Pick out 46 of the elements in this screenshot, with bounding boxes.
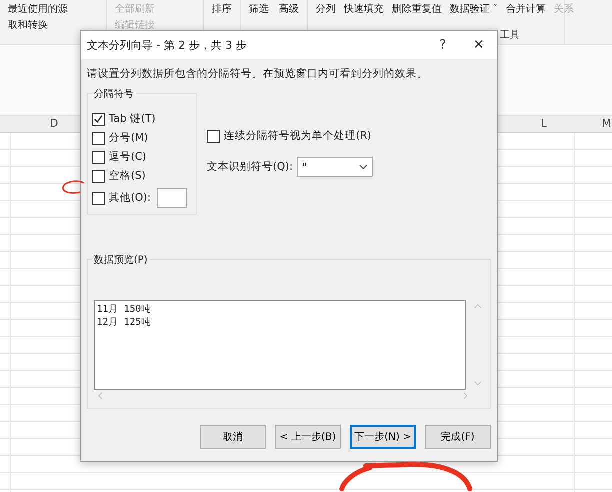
help-button[interactable]: ? [425, 36, 461, 54]
ribbon-command[interactable]: 删除重复值 [392, 2, 442, 16]
ribbon-command[interactable]: 高级 [279, 2, 299, 16]
checkbox[interactable] [207, 130, 220, 142]
qualifier-dropdown[interactable]: " [297, 157, 373, 177]
instruction-text: 请设置分列数据所包含的分隔符号。在预览窗口内可看到分列的效果。 [87, 67, 429, 81]
preview-line: 12月 125吨 [97, 316, 152, 329]
ribbon-command[interactable]: 筛选 [249, 2, 269, 16]
group-legend: 数据预览(P) [92, 253, 150, 267]
scroll-up-icon[interactable] [474, 304, 482, 309]
dialog-button[interactable]: 取消 [200, 425, 266, 449]
checkbox-label[interactable]: 其他(O): [109, 191, 151, 205]
dialog-button[interactable]: 完成(F) [425, 425, 491, 449]
ribbon-command[interactable]: 分列 [316, 2, 336, 16]
checkbox[interactable] [92, 112, 105, 126]
checkbox-label[interactable]: 逗号(C) [109, 150, 147, 164]
dialog-button[interactable]: 下一步(N) > [350, 425, 416, 449]
ribbon-command[interactable]: 排序 [212, 2, 232, 16]
ribbon-command[interactable]: 快速填充 [344, 2, 384, 16]
window-title: 文本分列向导 - 第 2 步，共 3 步 [87, 38, 248, 52]
column-header[interactable]: L [541, 117, 548, 130]
group-legend: 分隔符号 [92, 87, 136, 101]
checkbox[interactable] [92, 150, 105, 164]
scroll-down-icon[interactable] [474, 381, 482, 386]
input-field[interactable] [157, 188, 187, 208]
checkbox[interactable] [92, 192, 105, 204]
ribbon-command[interactable]: 数据验证 ˇ [450, 2, 498, 16]
caret-icon [359, 164, 368, 170]
checkbox-label[interactable]: 分号(M) [109, 131, 148, 145]
preview-line: 11月 150吨 [97, 303, 152, 316]
ribbon-command[interactable]: 取和转换 [8, 18, 98, 32]
checkbox[interactable] [92, 132, 105, 144]
dialog-button[interactable]: < 上一步(B) [275, 425, 341, 449]
column-header[interactable]: D [50, 117, 58, 130]
checkbox-label[interactable]: Tab 键(T) [109, 112, 156, 126]
close-button[interactable]: ✕ [461, 36, 497, 54]
checkbox-label[interactable]: 连续分隔符号视为单个处理(R) [224, 129, 372, 143]
checkbox-label[interactable]: 空格(S) [109, 169, 146, 183]
column-header[interactable]: M [602, 117, 612, 130]
field-label: 文本识别符号(Q): [207, 160, 293, 174]
ribbon-command[interactable]: 合并计算 [506, 2, 546, 16]
scroll-right-icon[interactable] [463, 392, 468, 400]
checkbox[interactable] [92, 170, 105, 182]
ribbon-command[interactable]: 最近使用的源 [8, 2, 98, 16]
group-caption: 工具 [500, 29, 520, 42]
scroll-left-icon[interactable] [98, 392, 103, 400]
